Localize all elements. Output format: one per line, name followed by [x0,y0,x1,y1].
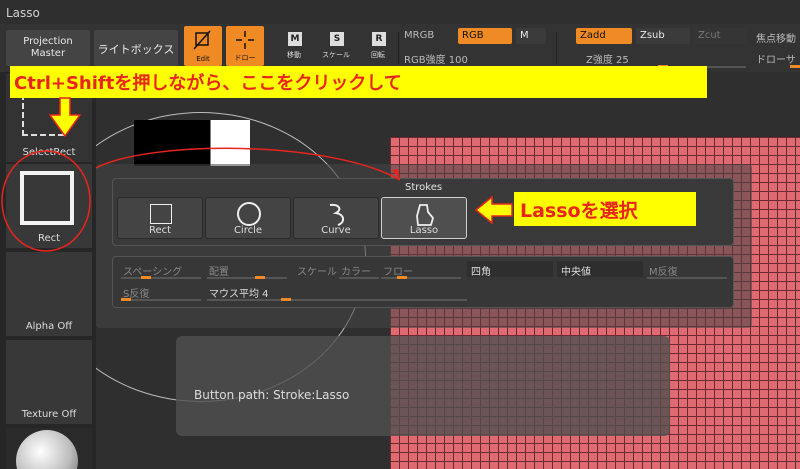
square-button[interactable]: 四角 [467,261,553,278]
s-invert-track [121,299,201,301]
rotate-label: 回転 [371,51,385,59]
document-canvas[interactable]: Strokes Rect Circle Curve Lasso スペーシング 配… [96,72,800,469]
zadd-button[interactable]: Zadd [576,28,632,44]
stroke-circle-label: Circle [233,225,263,236]
draw-label: ドロー [234,54,256,62]
stroke-rect-button[interactable]: Rect [117,197,203,239]
edit-label: Edit [196,55,210,63]
stroke-rect-label: Rect [148,225,172,236]
rect-stroke-icon [20,171,74,225]
draw-button[interactable]: ドロー [226,26,264,66]
toolbar-separator [556,32,557,64]
rotate-button[interactable]: R 回転 [362,30,394,66]
scale-label: スケール [322,51,350,59]
scale-slider[interactable]: スケール [297,263,337,278]
spacing-knob[interactable] [141,276,151,279]
focal-shift-slider[interactable]: 焦点移動 [756,30,796,45]
flow-track [381,277,461,279]
alpha-off-label: Alpha Off [25,321,73,332]
app-window: Lasso Projection Master ライトボックス Edit ドロー… [0,0,800,469]
zcut-button[interactable]: Zcut [694,28,746,44]
texture-off-label: Texture Off [21,409,77,420]
select-rect-icon [22,94,64,136]
color-slider[interactable]: カラー [341,263,371,278]
projection-master-button[interactable]: Projection Master [6,30,90,66]
toolbar-separator [398,32,399,64]
move-icon: M [288,32,302,46]
draw-size-slider[interactable]: ドローサ [756,51,796,66]
stroke-curve-button[interactable]: Curve [293,197,379,239]
mrgb-button[interactable]: MRGB [404,30,434,41]
alpha-thumb[interactable]: Alpha Off [6,252,92,336]
median-label: 中央値 [561,267,591,278]
select-rect-label: SelectRect [22,147,76,158]
mouse-average-track [207,299,467,301]
stroke-params-panel: スペーシング 配置 スケール カラー フロー 四角 中央値 M反復 S反復 マウ… [112,256,734,308]
m-button[interactable]: M [516,28,546,44]
edit-button[interactable]: Edit [184,26,222,66]
mouse-average-knob[interactable] [281,298,291,301]
edit-icon [193,30,211,50]
window-title: Lasso [6,6,40,20]
annotation-top: Ctrl+Shiftを押しながら、ここをクリックして [10,66,707,98]
move-button[interactable]: M 移動 [278,30,310,66]
rect-stroke-thumb[interactable]: Rect [6,164,92,248]
strokes-title: Strokes [405,182,443,193]
material-thumb[interactable] [6,428,92,469]
stroke-circle-button[interactable]: Circle [205,197,291,239]
mouse-average-slider[interactable]: マウス平均 4 [209,285,269,300]
rect-stroke-icon [150,204,172,224]
spacing-track [121,277,201,279]
placement-knob[interactable] [255,276,265,279]
title-bar: Lasso [0,0,800,24]
flow-knob[interactable] [397,276,407,279]
move-label: 移動 [287,51,301,59]
draw-size-knob[interactable] [790,65,800,68]
rect-stroke-label: Rect [37,233,61,244]
rgb-button[interactable]: RGB [458,28,512,44]
m-invert-track [647,277,727,279]
stroke-lasso-button[interactable]: Lasso [381,197,467,239]
draw-icon [236,31,254,49]
square-label: 四角 [471,267,491,278]
s-invert-knob[interactable] [121,298,131,301]
tooltip: Button path: Stroke:Lasso [176,336,670,436]
rotate-icon: R [372,32,386,46]
top-toolbar: Projection Master ライトボックス Edit ドロー M 移動 … [0,24,800,72]
stroke-curve-label: Curve [321,225,351,236]
left-tray: SelectRect Rect Alpha Off Texture Off [0,72,96,469]
scale-icon: S [330,32,344,46]
placement-track [207,277,287,279]
z-intensity-slider[interactable]: Z強度 25 [586,51,629,66]
zsub-button[interactable]: Zsub [636,28,690,44]
texture-thumb[interactable]: Texture Off [6,340,92,424]
rgb-intensity-slider[interactable]: RGB強度 100 [404,51,468,66]
annotation-right: Lassoを選択 [514,192,696,226]
stroke-lasso-label: Lasso [409,225,439,236]
alpha-preview [134,120,250,166]
lightbox-button[interactable]: ライトボックス [94,30,178,66]
m-invert-slider[interactable]: M反復 [649,263,678,278]
material-sphere [16,430,78,469]
placement-slider[interactable]: 配置 [209,263,229,278]
median-button[interactable]: 中央値 [557,261,643,278]
circle-stroke-icon [237,202,261,226]
scale-button[interactable]: S スケール [318,30,354,66]
tooltip-text: Button path: Stroke:Lasso [194,388,350,402]
color-track [339,277,379,279]
spacing-slider[interactable]: スペーシング [123,263,182,278]
